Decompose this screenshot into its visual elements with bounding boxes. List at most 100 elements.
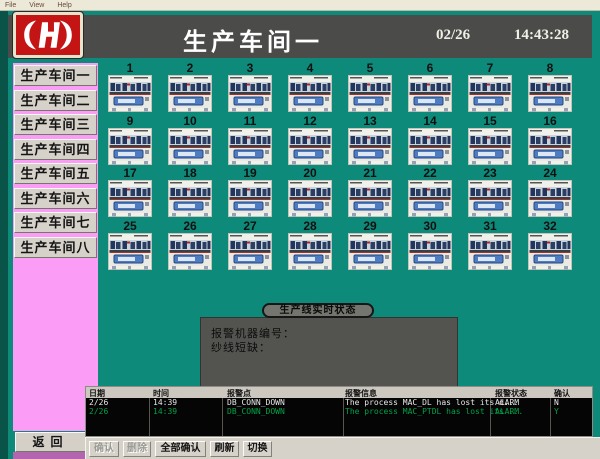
toolbar-button-2: 删除 bbox=[123, 441, 151, 457]
machine-number: 31 bbox=[460, 219, 520, 233]
machine-item-19[interactable]: 19 bbox=[220, 166, 280, 219]
knitting-machine-icon bbox=[288, 180, 332, 217]
machine-item-11[interactable]: 11 bbox=[220, 114, 280, 167]
machine-item-5[interactable]: 5 bbox=[340, 61, 400, 114]
machine-item-24[interactable]: 24 bbox=[520, 166, 580, 219]
table-cell: 2/26 bbox=[89, 407, 108, 416]
knitting-machine-icon bbox=[468, 128, 512, 165]
machine-item-25[interactable]: 25 bbox=[100, 219, 160, 272]
machine-number: 29 bbox=[340, 219, 400, 233]
machine-item-32[interactable]: 32 bbox=[520, 219, 580, 272]
sidebar-item-workshop-6[interactable]: 生产车间六 bbox=[14, 188, 97, 209]
alarm-table-row[interactable]: 2/2614:39DB_CONN_DOWNThe process MAC_PTD… bbox=[86, 407, 592, 416]
sidebar-item-workshop-1[interactable]: 生产车间一 bbox=[14, 65, 97, 86]
page-title: 生产车间一 bbox=[183, 22, 323, 57]
menu-item-file[interactable]: File bbox=[5, 1, 16, 10]
table-cell: ALARM bbox=[495, 398, 519, 407]
knitting-machine-icon bbox=[228, 180, 272, 217]
alarm-table-row[interactable]: 2/2614:39DB_CONN_DOWNThe process MAC_DL … bbox=[86, 398, 592, 407]
machine-number: 25 bbox=[100, 219, 160, 233]
machine-item-26[interactable]: 26 bbox=[160, 219, 220, 272]
status-panel-tab: 生产线实时状态 bbox=[262, 303, 374, 318]
machine-item-23[interactable]: 23 bbox=[460, 166, 520, 219]
knitting-machine-icon bbox=[408, 128, 452, 165]
machine-item-12[interactable]: 12 bbox=[280, 114, 340, 167]
knitting-machine-icon bbox=[348, 128, 392, 165]
machine-item-30[interactable]: 30 bbox=[400, 219, 460, 272]
table-cell: The process MAC_DL has lost its d... bbox=[345, 398, 518, 407]
machine-number: 18 bbox=[160, 166, 220, 180]
knitting-machine-icon bbox=[408, 75, 452, 112]
sidebar-item-workshop-3[interactable]: 生产车间三 bbox=[14, 114, 97, 135]
machine-item-14[interactable]: 14 bbox=[400, 114, 460, 167]
knitting-machine-icon bbox=[468, 233, 512, 270]
knitting-machine-icon bbox=[348, 180, 392, 217]
table-cell: ALARM bbox=[495, 407, 519, 416]
sidebar-item-workshop-5[interactable]: 生产车间五 bbox=[14, 163, 97, 184]
machine-item-9[interactable]: 9 bbox=[100, 114, 160, 167]
status-panel: 报警机器编号：纱线短缺： bbox=[200, 317, 458, 387]
sidebar-item-workshop-2[interactable]: 生产车间二 bbox=[14, 90, 97, 111]
machine-item-27[interactable]: 27 bbox=[220, 219, 280, 272]
knitting-machine-icon bbox=[228, 233, 272, 270]
header-date: 02/26 bbox=[436, 27, 470, 44]
menu-item-view[interactable]: View bbox=[29, 1, 44, 10]
menu-item-help[interactable]: Help bbox=[57, 1, 71, 10]
table-cell: DB_CONN_DOWN bbox=[227, 398, 285, 407]
knitting-machine-icon bbox=[408, 233, 452, 270]
menubar: File View Help bbox=[0, 0, 600, 11]
alarm-table[interactable]: 日期时间报警点报警信息报警状态确认2/2614:39DB_CONN_DOWNTh… bbox=[85, 386, 593, 437]
knitting-machine-icon bbox=[528, 233, 572, 270]
machine-number: 4 bbox=[280, 61, 340, 75]
machine-grid: 1 2 bbox=[100, 61, 588, 271]
sidebar-item-workshop-8[interactable]: 生产车间八 bbox=[14, 237, 97, 258]
machine-item-7[interactable]: 7 bbox=[460, 61, 520, 114]
machine-item-3[interactable]: 3 bbox=[220, 61, 280, 114]
machine-item-15[interactable]: 15 bbox=[460, 114, 520, 167]
machine-number: 8 bbox=[520, 61, 580, 75]
machine-item-13[interactable]: 13 bbox=[340, 114, 400, 167]
knitting-machine-icon bbox=[228, 128, 272, 165]
knitting-machine-icon bbox=[168, 75, 212, 112]
machine-item-28[interactable]: 28 bbox=[280, 219, 340, 272]
machine-item-6[interactable]: 6 bbox=[400, 61, 460, 114]
sidebar-item-workshop-4[interactable]: 生产车间四 bbox=[14, 139, 97, 160]
machine-item-29[interactable]: 29 bbox=[340, 219, 400, 272]
machine-item-1[interactable]: 1 bbox=[100, 61, 160, 114]
machine-number: 28 bbox=[280, 219, 340, 233]
sidebar-item-workshop-7[interactable]: 生产车间七 bbox=[14, 212, 97, 233]
machine-item-4[interactable]: 4 bbox=[280, 61, 340, 114]
machine-item-21[interactable]: 21 bbox=[340, 166, 400, 219]
machine-number: 17 bbox=[100, 166, 160, 180]
machine-number: 10 bbox=[160, 114, 220, 128]
machine-item-31[interactable]: 31 bbox=[460, 219, 520, 272]
sidebar: 生产车间一生产车间二生产车间三生产车间四生产车间五生产车间六生产车间七生产车间八 bbox=[14, 65, 97, 261]
machine-number: 32 bbox=[520, 219, 580, 233]
toolbar-button-1: 确认 bbox=[89, 441, 119, 457]
machine-item-16[interactable]: 16 bbox=[520, 114, 580, 167]
machine-number: 20 bbox=[280, 166, 340, 180]
knitting-machine-icon bbox=[528, 128, 572, 165]
machine-number: 1 bbox=[100, 61, 160, 75]
toolbar-button-5[interactable]: 切换 bbox=[243, 441, 272, 457]
machine-item-8[interactable]: 8 bbox=[520, 61, 580, 114]
back-button[interactable]: 返回 bbox=[15, 432, 86, 452]
machine-number: 2 bbox=[160, 61, 220, 75]
machine-item-2[interactable]: 2 bbox=[160, 61, 220, 114]
left-edge-strip bbox=[0, 11, 8, 459]
machine-item-17[interactable]: 17 bbox=[100, 166, 160, 219]
machine-number: 11 bbox=[220, 114, 280, 128]
machine-item-20[interactable]: 20 bbox=[280, 166, 340, 219]
toolbar-button-4[interactable]: 刷新 bbox=[210, 441, 239, 457]
machine-item-10[interactable]: 10 bbox=[160, 114, 220, 167]
machine-item-22[interactable]: 22 bbox=[400, 166, 460, 219]
table-cell: 14:39 bbox=[153, 398, 177, 407]
machine-number: 26 bbox=[160, 219, 220, 233]
knitting-machine-icon bbox=[108, 75, 152, 112]
knitting-machine-icon bbox=[288, 128, 332, 165]
machine-item-18[interactable]: 18 bbox=[160, 166, 220, 219]
toolbar-button-3[interactable]: 全部确认 bbox=[155, 441, 206, 457]
knitting-machine-icon bbox=[288, 75, 332, 112]
knitting-machine-icon bbox=[168, 128, 212, 165]
machine-number: 21 bbox=[340, 166, 400, 180]
